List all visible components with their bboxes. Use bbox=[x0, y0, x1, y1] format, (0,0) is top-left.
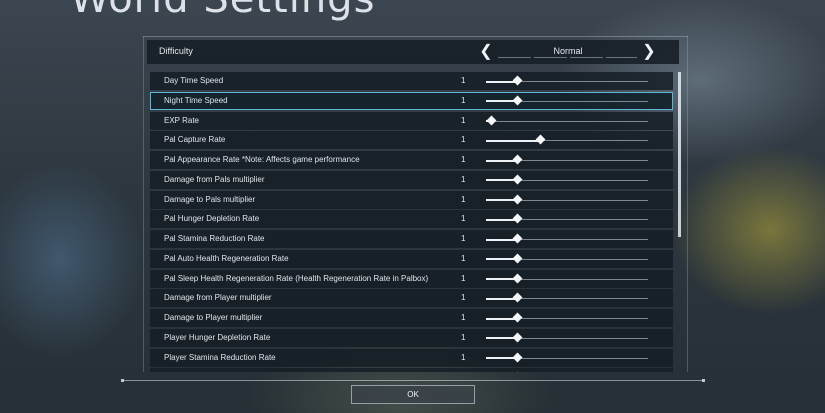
difficulty-level-indicator bbox=[498, 57, 638, 58]
slider-thumb[interactable] bbox=[512, 292, 523, 303]
scrollbar-thumb[interactable] bbox=[678, 72, 681, 237]
setting-value: 1 bbox=[461, 352, 466, 362]
slider-thumb[interactable] bbox=[512, 75, 523, 86]
setting-value: 1 bbox=[461, 135, 466, 145]
slider-thumb[interactable] bbox=[512, 194, 523, 204]
setting-row[interactable]: Player Stamina Reduction Rate 1 bbox=[150, 348, 673, 367]
setting-slider[interactable] bbox=[486, 154, 648, 165]
setting-label: Damage to Pals multiplier bbox=[164, 194, 256, 204]
slider-thumb[interactable] bbox=[512, 95, 523, 106]
setting-value: 1 bbox=[461, 293, 466, 303]
setting-label: Player Stamina Reduction Rate bbox=[164, 352, 276, 362]
setting-value: 1 bbox=[461, 95, 466, 105]
setting-slider[interactable] bbox=[486, 292, 648, 303]
setting-label: Night Time Speed bbox=[164, 95, 228, 105]
setting-value: 1 bbox=[461, 155, 466, 164]
settings-list: Day Time Speed 1 Night Time Speed 1 EXP Rate… bbox=[147, 70, 675, 372]
setting-value: 1 bbox=[461, 194, 466, 204]
setting-slider[interactable] bbox=[486, 95, 648, 106]
slider-thumb[interactable] bbox=[512, 213, 523, 224]
setting-label: Damage from Player multiplier bbox=[164, 293, 272, 303]
setting-row[interactable]: Damage to Pals multiplier 1 bbox=[150, 190, 673, 209]
difficulty-value: Normal bbox=[553, 46, 583, 56]
ok-button[interactable]: OK bbox=[351, 385, 475, 404]
setting-label: Pal Hunger Depletion Rate bbox=[164, 214, 260, 224]
setting-slider[interactable] bbox=[486, 312, 648, 323]
slider-thumb[interactable] bbox=[487, 115, 497, 125]
settings-scrollbar[interactable] bbox=[678, 72, 681, 372]
setting-label: Pal Auto Health Regeneration Rate bbox=[164, 253, 289, 263]
slider-thumb[interactable] bbox=[512, 352, 523, 362]
setting-value: 1 bbox=[461, 332, 466, 342]
setting-row[interactable]: Pal Hunger Depletion Rate 1 bbox=[150, 210, 673, 229]
slider-thumb[interactable] bbox=[512, 312, 523, 323]
difficulty-selector: Difficulty ❮ Normal ❯ bbox=[147, 40, 679, 64]
setting-value: 1 bbox=[461, 253, 466, 263]
setting-label: EXP Rate bbox=[164, 115, 199, 125]
setting-value: 1 bbox=[461, 313, 466, 322]
frame-left-line bbox=[143, 36, 144, 372]
setting-row[interactable]: Night Time Speed 1 bbox=[150, 91, 673, 110]
setting-slider[interactable] bbox=[486, 174, 648, 185]
setting-row[interactable]: Damage to Player multiplier 1 bbox=[150, 309, 673, 327]
setting-slider[interactable] bbox=[486, 213, 648, 224]
frame-right-line bbox=[687, 36, 688, 372]
setting-slider[interactable] bbox=[486, 253, 648, 264]
setting-label: Pal Appearance Rate *Note: Affects game … bbox=[164, 155, 360, 164]
setting-slider[interactable] bbox=[486, 332, 648, 343]
setting-row[interactable]: Pal Auto Health Regeneration Rate 1 bbox=[150, 249, 673, 268]
setting-slider[interactable] bbox=[486, 194, 648, 204]
slider-thumb[interactable] bbox=[512, 332, 523, 343]
setting-row[interactable]: Pal Sleep Health Regeneration Rate (Heal… bbox=[150, 269, 673, 288]
setting-slider[interactable] bbox=[486, 115, 648, 125]
setting-label: Pal Capture Rate bbox=[164, 135, 226, 145]
slider-thumb[interactable] bbox=[512, 174, 523, 185]
setting-slider[interactable] bbox=[486, 75, 648, 86]
slider-thumb[interactable] bbox=[512, 154, 523, 165]
slider-thumb[interactable] bbox=[535, 134, 546, 145]
setting-value: 1 bbox=[461, 115, 466, 125]
setting-row[interactable]: Pal Capture Rate 1 bbox=[150, 131, 673, 150]
setting-row[interactable] bbox=[150, 368, 673, 372]
setting-slider[interactable] bbox=[486, 352, 648, 362]
setting-slider[interactable] bbox=[486, 134, 648, 145]
setting-label: Pal Sleep Health Regeneration Rate (Heal… bbox=[164, 273, 429, 283]
setting-row[interactable]: Day Time Speed 1 bbox=[150, 72, 673, 90]
chevron-left-icon[interactable]: ❮ bbox=[476, 41, 496, 63]
setting-label: Day Time Speed bbox=[164, 76, 224, 85]
setting-value: 1 bbox=[461, 174, 466, 184]
setting-label: Pal Stamina Reduction Rate bbox=[164, 234, 265, 243]
setting-value: 1 bbox=[461, 273, 466, 283]
setting-row[interactable]: Damage from Pals multiplier 1 bbox=[150, 170, 673, 189]
setting-slider[interactable] bbox=[486, 273, 648, 283]
setting-value: 1 bbox=[461, 76, 466, 85]
setting-row[interactable]: Pal Appearance Rate *Note: Affects game … bbox=[150, 151, 673, 169]
slider-thumb[interactable] bbox=[512, 253, 523, 264]
frame-top-line bbox=[143, 36, 688, 37]
slider-thumb[interactable] bbox=[512, 273, 523, 283]
slider-fill bbox=[486, 139, 542, 142]
difficulty-label: Difficulty bbox=[159, 46, 193, 56]
setting-label: Damage to Player multiplier bbox=[164, 313, 263, 322]
setting-slider[interactable] bbox=[486, 233, 648, 244]
setting-row[interactable]: Pal Stamina Reduction Rate 1 bbox=[150, 230, 673, 248]
setting-value: 1 bbox=[461, 214, 466, 224]
frame-bottom-line bbox=[121, 379, 705, 382]
setting-label: Player Hunger Depletion Rate bbox=[164, 332, 271, 342]
slider-thumb[interactable] bbox=[512, 233, 523, 244]
setting-row[interactable]: Damage from Player multiplier 1 bbox=[150, 289, 673, 308]
setting-value: 1 bbox=[461, 234, 466, 243]
chevron-right-icon[interactable]: ❯ bbox=[639, 41, 659, 63]
setting-row[interactable]: Player Hunger Depletion Rate 1 bbox=[150, 328, 673, 347]
page-title: World Settings bbox=[70, 0, 375, 22]
setting-row[interactable]: EXP Rate 1 bbox=[150, 111, 673, 130]
setting-label: Damage from Pals multiplier bbox=[164, 174, 265, 184]
